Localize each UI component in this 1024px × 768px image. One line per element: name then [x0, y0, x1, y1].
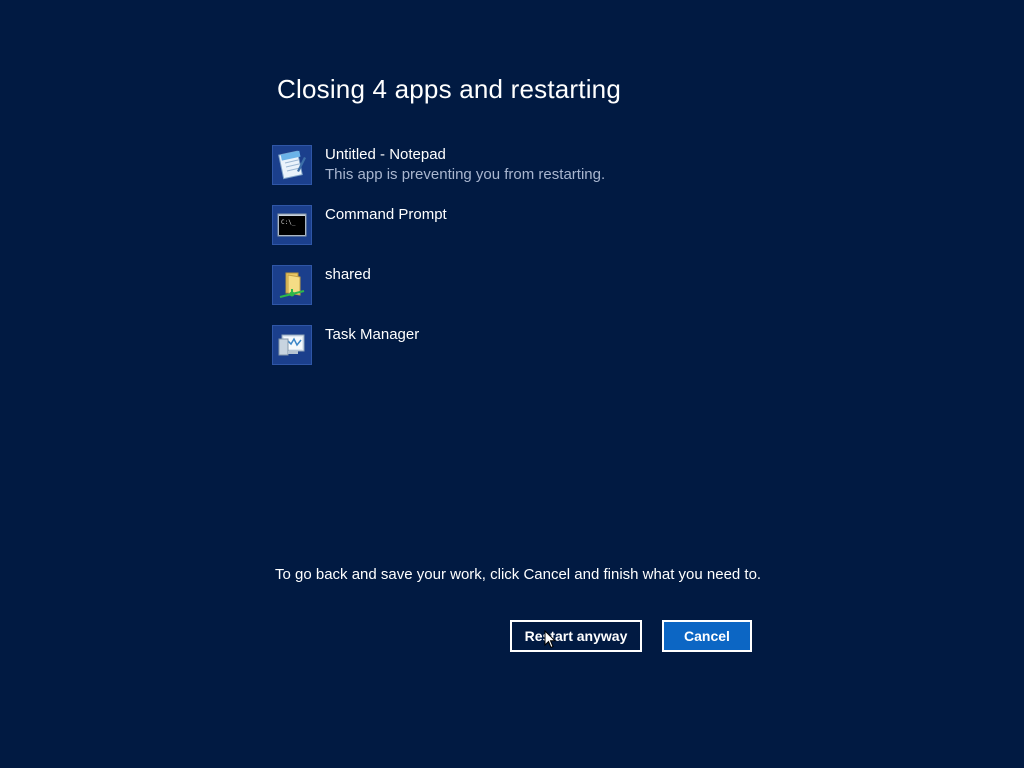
instruction-text: To go back and save your work, click Can…: [275, 566, 762, 583]
app-status: This app is preventing you from restarti…: [325, 166, 606, 183]
app-name: Command Prompt: [325, 206, 447, 223]
cancel-button[interactable]: Cancel: [662, 620, 752, 652]
notepad-icon: [278, 150, 306, 180]
app-name: shared: [325, 266, 371, 283]
restart-anyway-button[interactable]: Restart anyway: [510, 620, 642, 652]
task-manager-icon: [278, 334, 305, 356]
list-item-shared: shared: [272, 265, 772, 307]
list-item-command-prompt: C:\_ Command Prompt: [272, 205, 772, 247]
app-tile: C:\_: [272, 205, 312, 245]
list-item-task-manager: Task Manager: [272, 325, 772, 367]
command-prompt-icon: C:\_: [277, 213, 307, 237]
app-name: Untitled - Notepad: [325, 146, 446, 163]
restart-screen: Closing 4 apps and restarting Untitled -…: [0, 0, 1024, 768]
app-tile: [272, 145, 312, 185]
app-tile: [272, 325, 312, 365]
prompt-text: C:\_: [281, 219, 296, 226]
shared-folder-icon: [279, 272, 305, 298]
app-tile: [272, 265, 312, 305]
app-name: Task Manager: [325, 326, 420, 343]
page-title: Closing 4 apps and restarting: [277, 74, 622, 104]
list-item-notepad: Untitled - Notepad This app is preventin…: [272, 145, 772, 187]
